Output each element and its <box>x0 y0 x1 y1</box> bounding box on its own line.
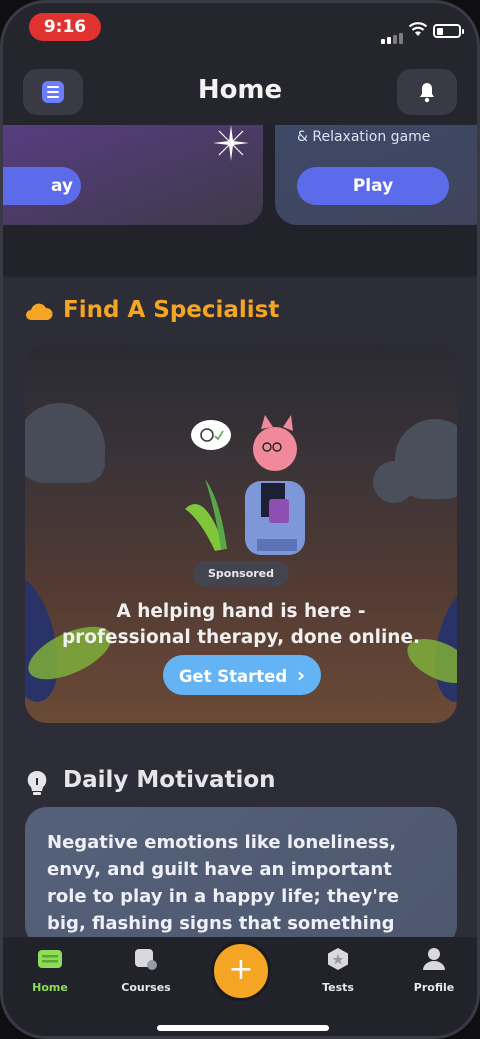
status-bar: 9:16 <box>3 3 477 53</box>
tab-home-label: Home <box>32 981 68 994</box>
tab-courses[interactable]: Courses <box>101 947 191 994</box>
game-card-2-line2: & Relaxation game <box>297 129 431 145</box>
motivation-quote: Negative emotions like loneliness, envy,… <box>47 832 399 947</box>
bottom-tab-bar: Home Courses + Tests Profile <box>3 937 477 1036</box>
daily-motivation-title: Daily Motivation <box>63 767 276 793</box>
home-icon <box>38 950 62 968</box>
home-indicator <box>157 1025 329 1031</box>
tab-home[interactable]: Home <box>5 947 95 994</box>
sponsored-badge: Sponsored <box>193 561 289 587</box>
get-started-button[interactable]: Get Started › <box>163 655 321 695</box>
bell-icon <box>420 83 434 103</box>
tab-tests-label: Tests <box>322 981 354 994</box>
specialist-line-1: A helping hand is here - <box>116 601 366 622</box>
motivation-card[interactable]: Negative emotions like loneliness, envy,… <box>25 807 457 947</box>
tests-icon <box>328 948 348 970</box>
cellular-signal-icon <box>381 25 405 44</box>
phone-frame: 9:16 Home ay & Relaxation game Play Find… <box>0 0 480 1039</box>
add-button[interactable]: + <box>211 941 271 1001</box>
get-started-label: Get Started <box>178 667 288 686</box>
notifications-button[interactable] <box>397 69 457 115</box>
wifi-icon <box>408 22 428 36</box>
game-card-2-play-button[interactable]: Play <box>297 167 449 205</box>
specialist-line-2: professional therapy, done online. <box>61 627 421 648</box>
cloud-icon <box>26 303 53 320</box>
status-time: 9:16 <box>29 13 101 41</box>
sparkle-icon <box>213 125 249 161</box>
specialist-card[interactable]: Sponsored A helping hand is here - profe… <box>25 343 457 723</box>
battery-icon <box>433 24 464 38</box>
tab-courses-label: Courses <box>121 981 171 994</box>
games-carousel[interactable]: ay Mindfulness & Relaxation game Play <box>3 105 477 275</box>
cloud-decoration <box>65 443 105 483</box>
therapist-illustration <box>185 415 305 555</box>
cloud-decoration <box>373 461 415 503</box>
find-specialist-title: Find A Specialist <box>63 297 280 323</box>
courses-icon <box>135 949 157 970</box>
profile-icon <box>423 948 445 970</box>
game-card-1-play-button[interactable]: ay <box>3 167 81 205</box>
tab-tests[interactable]: Tests <box>293 947 383 994</box>
chevron-right-icon: › <box>296 663 306 687</box>
tab-profile-label: Profile <box>413 981 455 994</box>
app-header: Home <box>3 61 477 125</box>
specialist-description: A helping hand is here - professional th… <box>25 599 457 651</box>
home-content: Find A Specialist Sponsored A helping ha… <box>3 277 477 947</box>
lightbulb-icon <box>27 770 47 795</box>
tab-profile[interactable]: Profile <box>389 947 477 994</box>
